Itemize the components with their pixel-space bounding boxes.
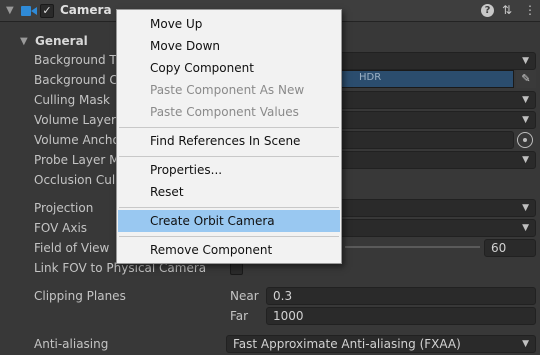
menu-item-remove-component[interactable]: Remove Component <box>118 239 340 261</box>
menu-item-move-down[interactable]: Move Down <box>118 35 340 57</box>
eyedropper-icon[interactable]: ✎ <box>516 70 536 88</box>
chevron-down-icon: ▼ <box>522 56 529 66</box>
chevron-down-icon: ▼ <box>522 95 529 105</box>
menu-item-copy-component[interactable]: Copy Component <box>118 57 340 79</box>
projection-label: Projection <box>34 201 94 215</box>
menu-item-move-up[interactable]: Move Up <box>118 13 340 35</box>
field-of-view-label: Field of View <box>34 241 110 255</box>
far-label: Far <box>230 309 249 323</box>
menu-separator <box>119 156 339 157</box>
component-context-menu: Move Up Move Down Copy Component Paste C… <box>116 9 342 264</box>
component-title: Camera <box>60 3 112 17</box>
fov-axis-label: FOV Axis <box>34 221 88 235</box>
near-label: Near <box>230 289 259 303</box>
help-icon[interactable]: ? <box>481 4 494 17</box>
culling-mask-label: Culling Mask <box>34 93 110 107</box>
chevron-down-icon: ▼ <box>522 223 529 233</box>
fov-value-field[interactable]: 60 <box>484 239 536 257</box>
probe-layer-label: Probe Layer M <box>34 153 120 167</box>
anti-aliasing-dropdown[interactable]: Fast Approximate Anti-aliasing (FXAA) ▼ <box>226 335 536 353</box>
background-color-label: Background C <box>34 73 118 87</box>
menu-item-create-orbit-camera[interactable]: Create Orbit Camera <box>118 210 340 232</box>
chevron-down-icon: ▼ <box>522 203 529 213</box>
volume-layer-dropdown[interactable]: ▼ <box>336 111 536 129</box>
occlusion-culling-label: Occlusion Cull <box>34 173 119 187</box>
menu-separator <box>119 236 339 237</box>
chevron-down-icon: ▼ <box>522 155 529 165</box>
menu-item-find-references[interactable]: Find References In Scene <box>118 130 340 152</box>
background-type-dropdown[interactable]: ▼ <box>336 52 536 70</box>
background-color-swatch[interactable]: HDR <box>336 70 514 88</box>
camera-icon <box>21 6 37 16</box>
fov-slider[interactable] <box>345 246 480 248</box>
chevron-down-icon: ▼ <box>522 115 529 125</box>
fov-axis-dropdown[interactable]: ▼ <box>336 219 536 237</box>
fold-arrow-icon[interactable]: ▼ <box>6 5 14 16</box>
chevron-down-icon: ▼ <box>522 339 529 349</box>
probe-layer-dropdown[interactable]: ▼ <box>336 151 536 169</box>
menu-item-properties[interactable]: Properties... <box>118 159 340 181</box>
culling-mask-dropdown[interactable]: ▼ <box>336 91 536 109</box>
section-fold-icon[interactable]: ▼ <box>20 36 28 47</box>
menu-separator <box>119 127 339 128</box>
near-plane-field[interactable]: 0.3 <box>266 287 536 305</box>
anti-aliasing-value: Fast Approximate Anti-aliasing (FXAA) <box>233 337 461 351</box>
more-icon[interactable]: ⋮ <box>524 3 536 17</box>
menu-separator <box>119 207 339 208</box>
menu-item-paste-values: Paste Component Values <box>150 105 299 119</box>
section-label: General <box>35 34 88 48</box>
anti-aliasing-label: Anti-aliasing <box>34 337 109 351</box>
object-picker-icon[interactable] <box>517 132 533 148</box>
preset-icon[interactable]: ⇅ <box>502 3 512 17</box>
far-plane-field[interactable]: 1000 <box>266 307 536 325</box>
menu-item-paste-as-new: Paste Component As New <box>150 83 305 97</box>
component-enabled-checkbox[interactable]: ✓ <box>40 4 54 18</box>
volume-anchor-label: Volume Ancho <box>34 133 120 147</box>
volume-anchor-field[interactable] <box>336 131 514 149</box>
volume-layer-label: Volume Layer <box>34 113 116 127</box>
menu-item-reset[interactable]: Reset <box>118 181 340 203</box>
clipping-planes-label: Clipping Planes <box>34 289 126 303</box>
projection-dropdown[interactable]: ▼ <box>336 199 536 217</box>
hdr-label: HDR <box>359 72 382 83</box>
background-type-label: Background T <box>34 53 117 67</box>
